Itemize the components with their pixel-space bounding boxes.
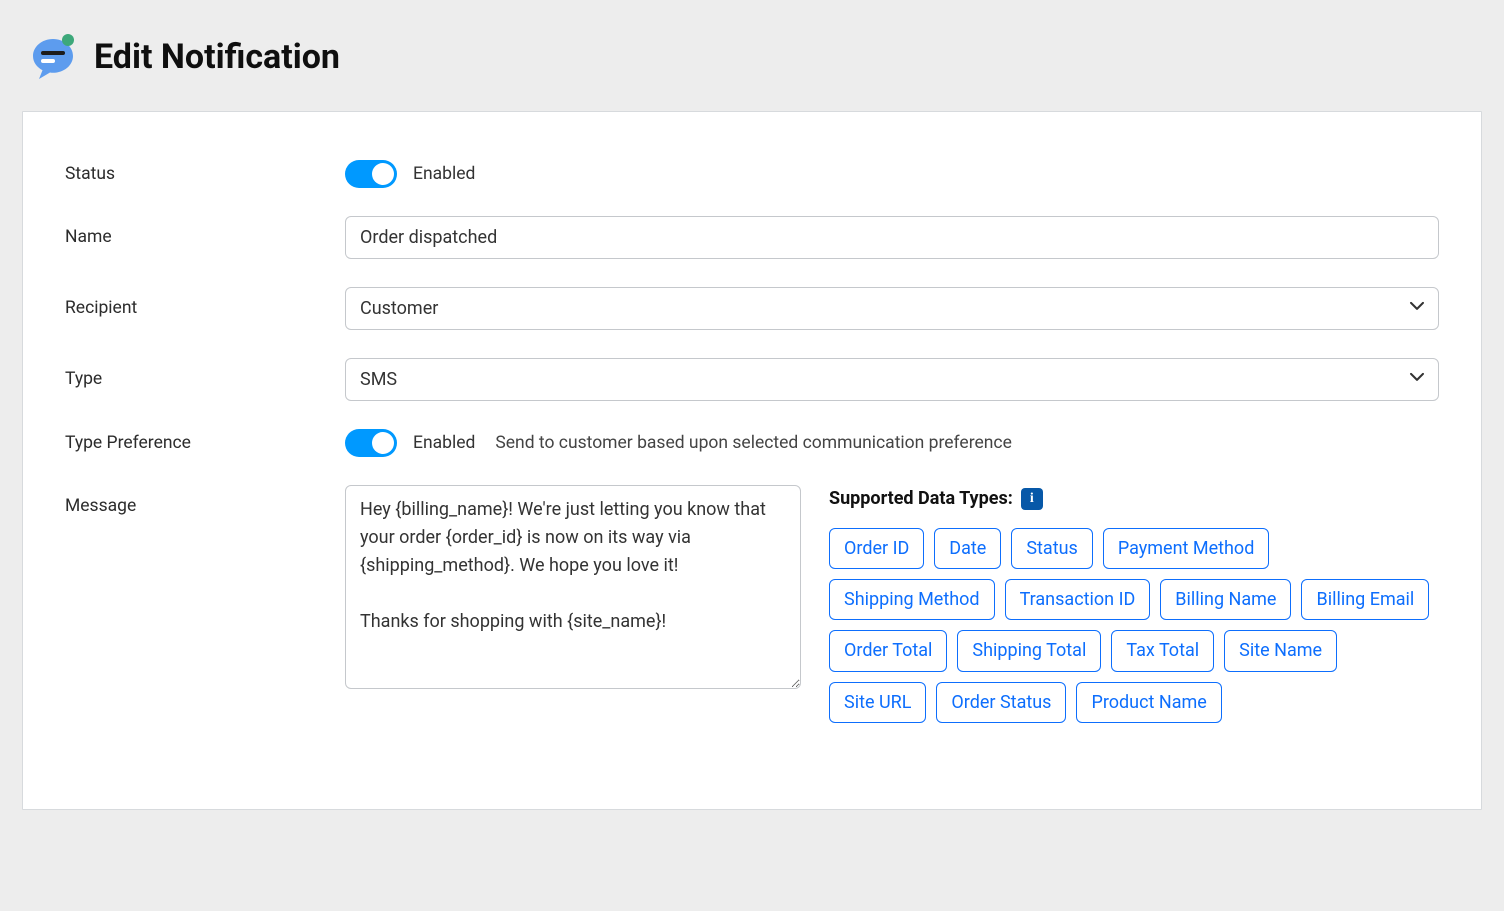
tag-list: Order IDDateStatus Payment Method Shipping…	[829, 528, 1439, 723]
data-type-tag[interactable]: Site URL	[829, 682, 926, 723]
data-type-tag[interactable]: Transaction ID	[1005, 579, 1151, 620]
row-name: Name	[65, 216, 1439, 259]
data-type-tag[interactable]: Product Name	[1076, 682, 1221, 723]
supported-data-types: Supported Data Types: i Order IDDateStat…	[829, 485, 1439, 723]
chat-logo-icon	[28, 33, 78, 83]
data-type-tag[interactable]: Billing Email	[1301, 579, 1429, 620]
data-type-tag[interactable]: Tax Total	[1111, 630, 1214, 671]
data-type-tag[interactable]: Date	[934, 528, 1001, 569]
data-type-tag[interactable]: Shipping Method	[829, 579, 995, 620]
label-name: Name	[65, 216, 345, 250]
type-select[interactable]: SMS	[345, 358, 1439, 401]
type-preference-toggle[interactable]	[345, 429, 397, 457]
row-type-preference: Type Preference Enabled Send to customer…	[65, 429, 1439, 457]
data-type-tag[interactable]: Billing Name	[1160, 579, 1291, 620]
type-preference-toggle-text: Enabled	[413, 430, 475, 456]
edit-form-card: Status Enabled Name Recipient Customer	[22, 111, 1482, 810]
label-message: Message	[65, 485, 345, 519]
label-type: Type	[65, 358, 345, 392]
data-type-tag[interactable]: Site Name	[1224, 630, 1337, 671]
row-type: Type SMS	[65, 358, 1439, 401]
data-types-title: Supported Data Types:	[829, 485, 1013, 512]
row-status: Status Enabled	[65, 160, 1439, 188]
label-type-preference: Type Preference	[65, 430, 345, 456]
row-recipient: Recipient Customer	[65, 287, 1439, 330]
data-type-tag[interactable]: Status	[1011, 528, 1092, 569]
data-type-tag[interactable]: Payment Method	[1103, 528, 1270, 569]
status-toggle-text: Enabled	[413, 161, 475, 187]
data-type-tag[interactable]: Order ID	[829, 528, 924, 569]
type-preference-hint: Send to customer based upon selected com…	[495, 430, 1011, 456]
row-message: Message Supported Data Types: i Order ID…	[65, 485, 1439, 723]
data-type-tag[interactable]: Order Status	[936, 682, 1066, 723]
data-type-tag[interactable]: Order Total	[829, 630, 947, 671]
page-title: Edit Notification	[94, 32, 340, 83]
label-recipient: Recipient	[65, 287, 345, 321]
message-textarea[interactable]	[345, 485, 801, 689]
info-icon[interactable]: i	[1021, 488, 1043, 510]
name-input[interactable]	[345, 216, 1439, 259]
data-type-tag[interactable]: Shipping Total	[957, 630, 1101, 671]
label-status: Status	[65, 161, 345, 187]
page-header: Edit Notification	[0, 0, 1504, 111]
status-toggle[interactable]	[345, 160, 397, 188]
recipient-select[interactable]: Customer	[345, 287, 1439, 330]
